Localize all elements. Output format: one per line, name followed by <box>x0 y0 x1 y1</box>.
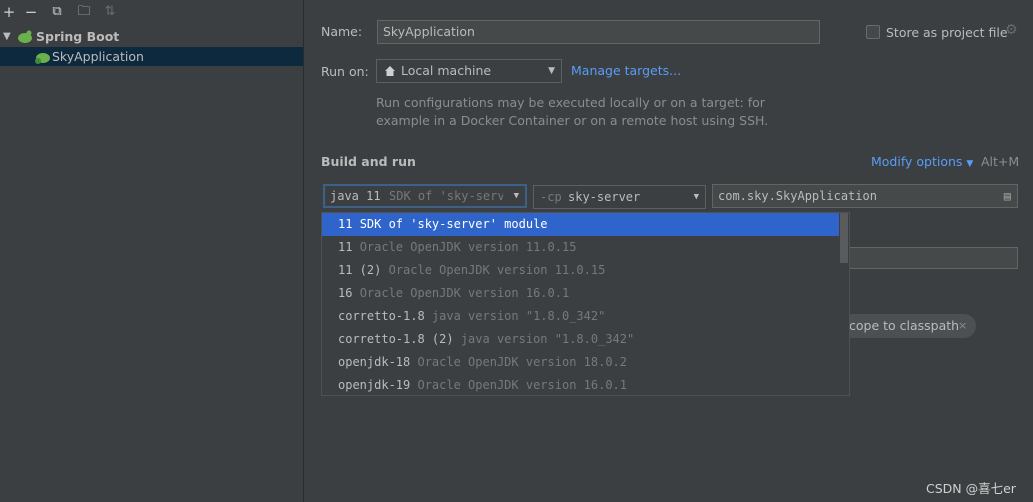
classpath-prefix: -cp <box>540 190 562 204</box>
csdn-watermark: CSDN @喜七er <box>926 481 1016 496</box>
jre-option[interactable]: 11 (2) Oracle OpenJDK version 11.0.15 <box>322 259 839 282</box>
modify-options-shortcut: Alt+M <box>981 154 1020 169</box>
tree-group-label: Spring Boot <box>36 29 120 44</box>
run-on-select[interactable]: Local machine ▼ <box>376 59 562 83</box>
classpath-value: sky-server <box>568 190 641 204</box>
jre-option[interactable]: 16 Oracle OpenJDK version 16.0.1 <box>322 282 839 305</box>
jre-option-name: 11 (2) <box>338 263 382 277</box>
jre-option[interactable]: 11 SDK of 'sky-server' module <box>322 213 839 236</box>
jre-option-name: corretto-1.8 (2) <box>338 332 454 346</box>
jre-option-desc: Oracle OpenJDK version 16.0.1 <box>417 378 627 392</box>
jre-option-desc: Oracle OpenJDK version 16.0.1 <box>359 286 570 300</box>
jre-option[interactable]: openjdk-18 Oracle OpenJDK version 18.0.2 <box>322 351 839 374</box>
chevron-down-icon: ▼ <box>513 191 519 201</box>
jre-option-name: 11 <box>338 217 353 231</box>
jre-option-desc: java version "1.8.0_342" <box>431 309 606 323</box>
remove-icon[interactable]: − <box>22 3 40 21</box>
jre-option-desc: java version "1.8.0_342" <box>460 332 635 346</box>
jre-option[interactable]: corretto-1.8 java version "1.8.0_342" <box>322 305 839 328</box>
popup-scrollbar[interactable] <box>840 213 848 263</box>
modify-options-label: Modify options <box>871 154 963 169</box>
new-folder-icon[interactable]: 🗀 <box>75 3 93 21</box>
store-as-project-file-label: Store as project file <box>886 25 1008 40</box>
jre-option-name: openjdk-18 <box>338 355 411 369</box>
jre-select-desc: SDK of 'sky-serve <box>389 189 503 203</box>
gear-icon[interactable]: ⚙ <box>1005 22 1018 38</box>
jre-option-desc: Oracle OpenJDK version 18.0.2 <box>417 355 627 369</box>
browse-icon[interactable]: ▤ <box>1004 185 1011 207</box>
jre-option-label: corretto-1.8 (2) java version "1.8.0_342… <box>338 328 634 351</box>
jre-option-name: corretto-1.8 <box>338 309 425 323</box>
home-icon <box>385 66 395 76</box>
jre-dropdown-popup: 11 SDK of 'sky-server' module 11 Oracle O… <box>321 212 850 396</box>
close-icon[interactable]: × <box>958 314 967 338</box>
run-on-label: Run on: <box>321 64 369 79</box>
jre-option[interactable]: openjdk-19 Oracle OpenJDK version 16.0.1 <box>322 374 839 395</box>
classpath-module-select[interactable]: -cp sky-server ▼ <box>533 185 706 209</box>
jre-select[interactable]: java 11 SDK of 'sky-serve ▼ <box>323 184 527 208</box>
option-chip[interactable]: cope to classpath × <box>840 314 976 338</box>
tree-item-skyapplication[interactable]: SkyApplication <box>0 47 303 66</box>
jre-option[interactable]: 11 Oracle OpenJDK version 11.0.15 <box>322 236 839 259</box>
jre-option-desc: SDK of 'sky-server' module <box>359 217 548 231</box>
jre-option-desc: Oracle OpenJDK version 11.0.15 <box>359 240 577 254</box>
spring-leaf-icon <box>18 30 32 43</box>
chevron-down-icon: ▼ <box>548 66 555 76</box>
configurations-panel: + − ⧉ 🗀 ⇅ ▼ Spring Boot SkyApplication <box>0 0 304 502</box>
main-class-field[interactable]: com.sky.SkyApplication ▤ <box>712 184 1018 208</box>
name-label: Name: <box>321 24 363 39</box>
tree-item-label: SkyApplication <box>52 49 144 64</box>
jre-option-label: corretto-1.8 java version "1.8.0_342" <box>338 305 605 328</box>
option-chip-label: cope to classpath <box>849 318 960 333</box>
jre-option-label: 16 Oracle OpenJDK version 16.0.1 <box>338 282 569 305</box>
chevron-down-icon[interactable]: ▼ <box>3 27 15 46</box>
copy-icon[interactable]: ⧉ <box>48 3 66 21</box>
main-class-value: com.sky.SkyApplication <box>718 189 877 203</box>
jre-option-name: openjdk-19 <box>338 378 411 392</box>
jre-option-desc: Oracle OpenJDK version 11.0.15 <box>388 263 606 277</box>
jre-option-name: 16 <box>338 286 353 300</box>
manage-targets-link[interactable]: Manage targets... <box>571 63 681 78</box>
modify-options-link[interactable]: Modify options ▼ <box>871 154 973 169</box>
jre-option-label: 11 (2) Oracle OpenJDK version 11.0.15 <box>338 259 605 282</box>
jre-option-name: 11 <box>338 240 353 254</box>
store-as-project-file-checkbox[interactable] <box>866 25 880 39</box>
jre-option[interactable]: corretto-1.8 (2) java version "1.8.0_342… <box>322 328 839 351</box>
jre-option-label: 11 Oracle OpenJDK version 11.0.15 <box>338 236 576 259</box>
tree-group-spring-boot[interactable]: ▼ Spring Boot <box>0 27 303 46</box>
jre-option-label: openjdk-19 Oracle OpenJDK version 16.0.1 <box>338 374 627 395</box>
jre-option-label: openjdk-18 Oracle OpenJDK version 18.0.2 <box>338 351 627 374</box>
run-on-value: Local machine <box>401 63 492 78</box>
run-on-hint-line2: example in a Docker Container or on a re… <box>376 113 769 128</box>
spring-boot-app-icon <box>35 53 50 64</box>
jre-select-name: java 11 <box>330 189 381 203</box>
add-icon[interactable]: + <box>0 3 18 21</box>
jre-option-label: 11 SDK of 'sky-server' module <box>338 213 548 236</box>
configurations-toolbar: + − ⧉ 🗀 ⇅ <box>0 0 303 24</box>
chevron-down-icon: ▼ <box>693 192 699 202</box>
build-and-run-title: Build and run <box>321 154 416 169</box>
sort-icon[interactable]: ⇅ <box>101 3 119 21</box>
chevron-down-icon: ▼ <box>966 159 974 169</box>
run-on-hint-line1: Run configurations may be executed local… <box>376 95 765 110</box>
name-field[interactable]: SkyApplication <box>377 20 820 44</box>
